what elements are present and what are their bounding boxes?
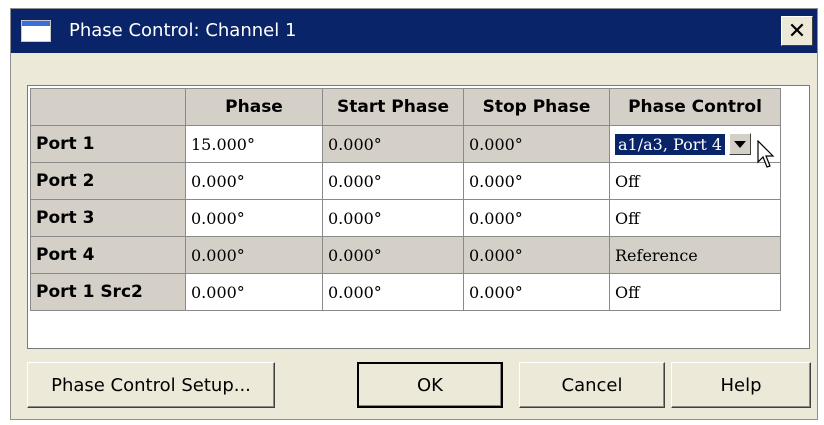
row-header-port: Port 1 Src2 <box>30 273 186 311</box>
start-phase-cell[interactable]: 0.000° <box>322 125 464 163</box>
stop-phase-cell[interactable]: 0.000° <box>463 125 610 163</box>
title-bar[interactable]: Phase Control: Channel 1 ✕ <box>11 9 817 53</box>
window-icon <box>21 20 51 42</box>
start-phase-cell: 0.000° <box>322 236 464 274</box>
phase-grid-panel: Phase Start Phase Stop Phase Phase Contr… <box>27 85 810 349</box>
phase-control-setup-button[interactable]: Phase Control Setup... <box>27 362 275 408</box>
phase-control-selected-value[interactable]: a1/a3, Port 4 <box>615 133 726 155</box>
table-row: Port 1 15.000° 0.000° 0.000° a1/a3, Port… <box>30 125 781 163</box>
phase-control-cell[interactable]: Off <box>609 162 781 200</box>
row-header-port: Port 2 <box>30 162 186 200</box>
help-button[interactable]: Help <box>671 362 811 408</box>
stop-phase-cell[interactable]: 0.000° <box>463 199 610 237</box>
stop-phase-cell[interactable]: 0.000° <box>463 162 610 200</box>
phase-cell[interactable]: 15.000° <box>185 125 323 163</box>
start-phase-cell[interactable]: 0.000° <box>322 199 464 237</box>
phase-cell[interactable]: 0.000° <box>185 199 323 237</box>
column-header-phase: Phase <box>185 88 323 126</box>
column-header-port <box>30 88 186 126</box>
chevron-down-icon[interactable] <box>729 133 752 155</box>
row-header-port: Port 3 <box>30 199 186 237</box>
row-header-port: Port 4 <box>30 236 186 274</box>
phase-control-cell[interactable]: Reference <box>609 236 781 274</box>
phase-control-cell[interactable]: Off <box>609 273 781 311</box>
stop-phase-cell: 0.000° <box>463 236 610 274</box>
window-title: Phase Control: Channel 1 <box>69 20 297 41</box>
phase-control-cell[interactable]: Off <box>609 199 781 237</box>
table-row: Port 3 0.000° 0.000° 0.000° Off <box>30 199 781 237</box>
cancel-button[interactable]: Cancel <box>519 362 665 408</box>
column-header-start-phase: Start Phase <box>322 88 464 126</box>
start-phase-cell[interactable]: 0.000° <box>322 162 464 200</box>
column-header-stop-phase: Stop Phase <box>463 88 610 126</box>
stop-phase-cell[interactable]: 0.000° <box>463 273 610 311</box>
start-phase-cell[interactable]: 0.000° <box>322 273 464 311</box>
table-row: Port 4 0.000° 0.000° 0.000° Reference <box>30 236 781 274</box>
row-header-port: Port 1 <box>30 125 186 163</box>
table-row: Port 1 Src2 0.000° 0.000° 0.000° Off <box>30 273 781 311</box>
table-row: Port 2 0.000° 0.000° 0.000° Off <box>30 162 781 200</box>
column-header-phase-control: Phase Control <box>609 88 781 126</box>
phase-table: Phase Start Phase Stop Phase Phase Contr… <box>30 88 781 311</box>
table-header-row: Phase Start Phase Stop Phase Phase Contr… <box>30 88 781 126</box>
phase-cell[interactable]: 0.000° <box>185 162 323 200</box>
phase-control-dropdown[interactable]: a1/a3, Port 4 <box>615 131 775 157</box>
phase-cell: 0.000° <box>185 236 323 274</box>
phase-control-dialog: Phase Control: Channel 1 ✕ Phase Start P… <box>10 8 818 420</box>
ok-button[interactable]: OK <box>357 362 503 408</box>
phase-cell[interactable]: 0.000° <box>185 273 323 311</box>
phase-control-cell[interactable]: a1/a3, Port 4 <box>609 125 781 163</box>
close-icon[interactable]: ✕ <box>781 16 813 46</box>
